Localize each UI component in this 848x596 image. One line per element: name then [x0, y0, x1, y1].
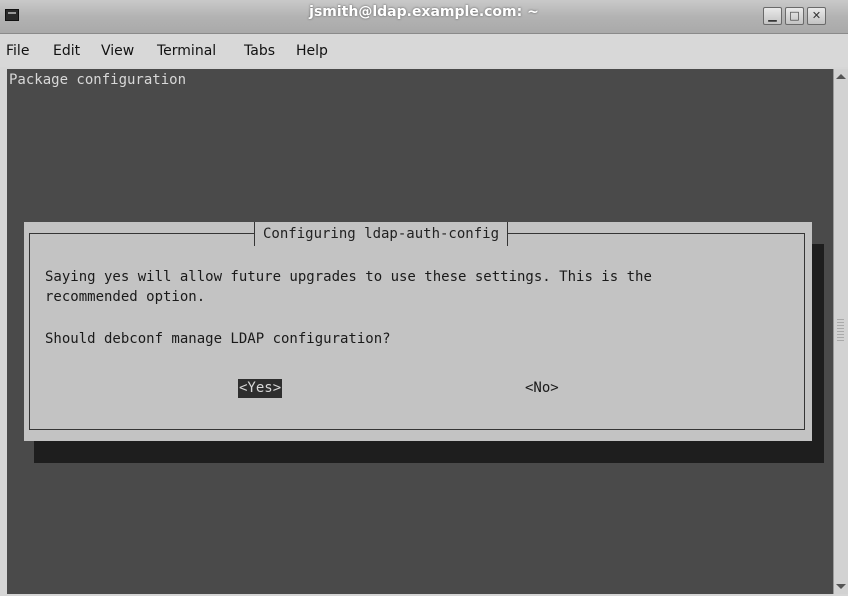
vertical-scrollbar[interactable] [833, 69, 848, 594]
dialog-question: Should debconf manage LDAP configuration… [45, 331, 391, 347]
debconf-dialog: Configuring ldap-auth-config Saying yes … [24, 222, 812, 441]
scroll-down-arrow-icon[interactable] [836, 584, 846, 589]
maximize-icon: □ [789, 9, 800, 22]
dialog-message-line-2: recommended option. [45, 289, 206, 305]
minimize-button[interactable]: ▁ [763, 7, 782, 25]
scroll-grip[interactable] [837, 319, 844, 341]
terminal-area[interactable]: Package configuration Configuring ldap-a… [7, 69, 833, 594]
title-bar[interactable]: jsmith@ldap.example.com: ~ ▁ □ ✕ [0, 0, 848, 34]
terminal-window: jsmith@ldap.example.com: ~ ▁ □ ✕ File Ed… [0, 0, 848, 596]
yes-button[interactable]: <Yes> [238, 379, 283, 398]
window-title: jsmith@ldap.example.com: ~ [309, 4, 539, 20]
menu-file[interactable]: File [6, 43, 29, 59]
menu-bar: File Edit View Terminal Tabs Help [0, 34, 848, 67]
dialog-message-line-1: Saying yes will allow future upgrades to… [45, 269, 652, 285]
maximize-button[interactable]: □ [785, 7, 804, 25]
scroll-up-arrow-icon[interactable] [836, 74, 846, 79]
menu-edit[interactable]: Edit [53, 43, 80, 59]
menu-terminal[interactable]: Terminal [157, 43, 216, 59]
dialog-title: Configuring ldap-auth-config [254, 222, 509, 246]
minimize-icon: ▁ [768, 9, 777, 22]
menu-help[interactable]: Help [296, 43, 328, 59]
package-configuration-header: Package configuration [9, 72, 187, 88]
menu-view[interactable]: View [101, 43, 134, 59]
no-button[interactable]: <No> [525, 379, 559, 398]
close-button[interactable]: ✕ [807, 7, 826, 25]
close-icon: ✕ [811, 9, 822, 22]
menu-tabs[interactable]: Tabs [244, 43, 275, 59]
